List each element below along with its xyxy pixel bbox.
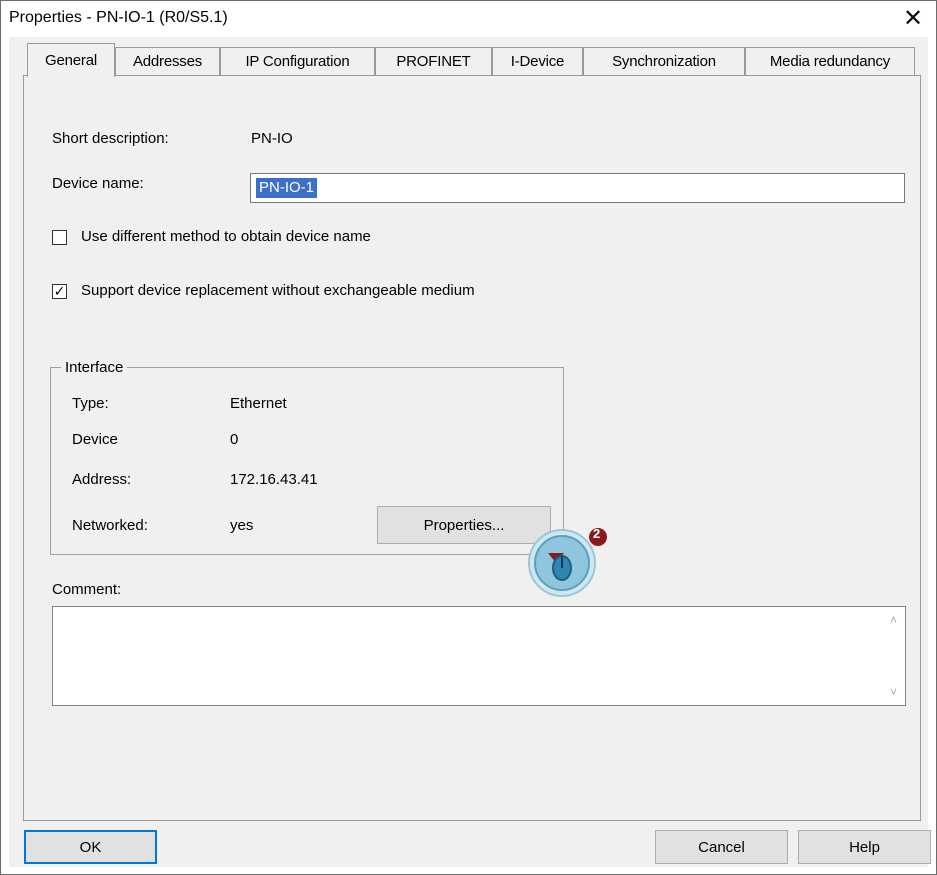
step-annotation: 2: [522, 513, 608, 603]
properties-dialog: Properties - PN-IO-1 (R0/S5.1) ✕ General…: [0, 0, 937, 875]
title-bar: Properties - PN-IO-1 (R0/S5.1) ✕: [1, 1, 936, 37]
interface-type-label: Type:: [72, 395, 109, 412]
interface-address-label: Address:: [72, 471, 132, 488]
scroll-down-icon[interactable]: ˅: [890, 685, 897, 699]
interface-networked-label: Networked:: [72, 517, 148, 534]
support-replacement-label: Support device replacement without excha…: [81, 282, 475, 299]
help-button[interactable]: Help: [798, 830, 931, 864]
interface-networked-value: yes: [230, 517, 254, 534]
support-replacement-checkbox[interactable]: ✓: [52, 284, 67, 299]
interface-type-value: Ethernet: [230, 395, 287, 412]
interface-group-title: Interface: [61, 359, 128, 376]
device-name-field[interactable]: PN-IO-1: [250, 173, 905, 203]
short-description-value: PN-IO: [251, 130, 293, 147]
tab-general[interactable]: General: [27, 43, 115, 77]
window-title: Properties - PN-IO-1 (R0/S5.1): [9, 9, 228, 26]
interface-device-label: Device: [72, 431, 118, 448]
interface-address-value: 172.16.43.41: [230, 471, 318, 488]
use-different-method-label: Use different method to obtain device na…: [81, 228, 371, 245]
tab-addresses[interactable]: Addresses: [115, 47, 220, 75]
comment-textarea[interactable]: ˄ ˅: [52, 606, 906, 706]
interface-device-value: 0: [230, 431, 239, 448]
cancel-button[interactable]: Cancel: [655, 830, 788, 864]
device-name-value: PN-IO-1: [256, 178, 318, 198]
device-name-label: Device name:: [52, 175, 144, 192]
tab-media-redundancy[interactable]: Media redundancy: [745, 47, 915, 75]
close-icon[interactable]: ✕: [890, 1, 936, 35]
tab-i-device[interactable]: I-Device: [492, 47, 583, 75]
comment-label: Comment:: [52, 581, 122, 598]
short-description-label: Short description:: [52, 130, 169, 147]
tab-synchronization[interactable]: Synchronization: [583, 47, 745, 75]
scroll-up-icon[interactable]: ˄: [890, 613, 897, 627]
tab-ip-configuration[interactable]: IP Configuration: [220, 47, 375, 75]
check-icon: ✓: [53, 283, 66, 299]
step-number-badge: 2: [593, 526, 601, 541]
ok-button[interactable]: OK: [24, 830, 157, 864]
tab-profinet[interactable]: PROFINET: [375, 47, 492, 75]
use-different-method-checkbox[interactable]: [52, 230, 67, 245]
